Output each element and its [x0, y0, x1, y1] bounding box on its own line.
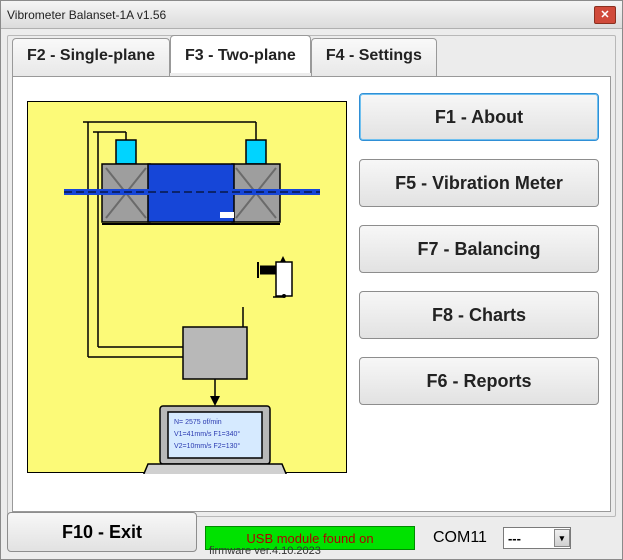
tabs: F2 - Single-plane F3 - Two-plane F4 - Se… [12, 35, 611, 73]
chevron-down-icon: ▾ [554, 529, 570, 547]
exit-button[interactable]: F10 - Exit [7, 512, 197, 552]
tab-body: N= 2575 of/min V1=41mm/s F1=340° V2=10mm… [12, 76, 611, 512]
diagram: N= 2575 of/min V1=41mm/s F1=340° V2=10mm… [27, 101, 347, 473]
app-window: Vibrometer Balanset-1A v1.56 ✕ F2 - Sing… [0, 0, 623, 560]
charts-button[interactable]: F8 - Charts [359, 291, 599, 339]
window-title: Vibrometer Balanset-1A v1.56 [7, 8, 594, 22]
com-port-label: COM11 [433, 529, 487, 547]
balancing-button[interactable]: F7 - Balancing [359, 225, 599, 273]
svg-text:N= 2575 of/min: N= 2575 of/min [174, 419, 222, 426]
two-plane-diagram-icon: N= 2575 of/min V1=41mm/s F1=340° V2=10mm… [28, 102, 348, 474]
tab-settings[interactable]: F4 - Settings [311, 38, 437, 76]
reports-button[interactable]: F6 - Reports [359, 357, 599, 405]
svg-text:V1=41mm/s F1=340°: V1=41mm/s F1=340° [174, 430, 240, 438]
firmware-label: firmware ver.4.10.2023 [209, 545, 321, 557]
about-button[interactable]: F1 - About [359, 93, 599, 141]
svg-text:V2=10mm/s F2=130°: V2=10mm/s F2=130° [174, 442, 240, 450]
tab-two-plane[interactable]: F3 - Two-plane [170, 35, 311, 73]
button-column: F1 - About F5 - Vibration Meter F7 - Bal… [359, 93, 599, 405]
port-dropdown-value: --- [508, 531, 521, 546]
tab-single-plane[interactable]: F2 - Single-plane [12, 38, 170, 76]
main-panel: F2 - Single-plane F3 - Two-plane F4 - Se… [7, 35, 616, 517]
port-dropdown[interactable]: --- ▾ [503, 527, 571, 549]
close-button[interactable]: ✕ [594, 6, 616, 24]
vibration-meter-button[interactable]: F5 - Vibration Meter [359, 159, 599, 207]
titlebar: Vibrometer Balanset-1A v1.56 ✕ [1, 1, 622, 29]
